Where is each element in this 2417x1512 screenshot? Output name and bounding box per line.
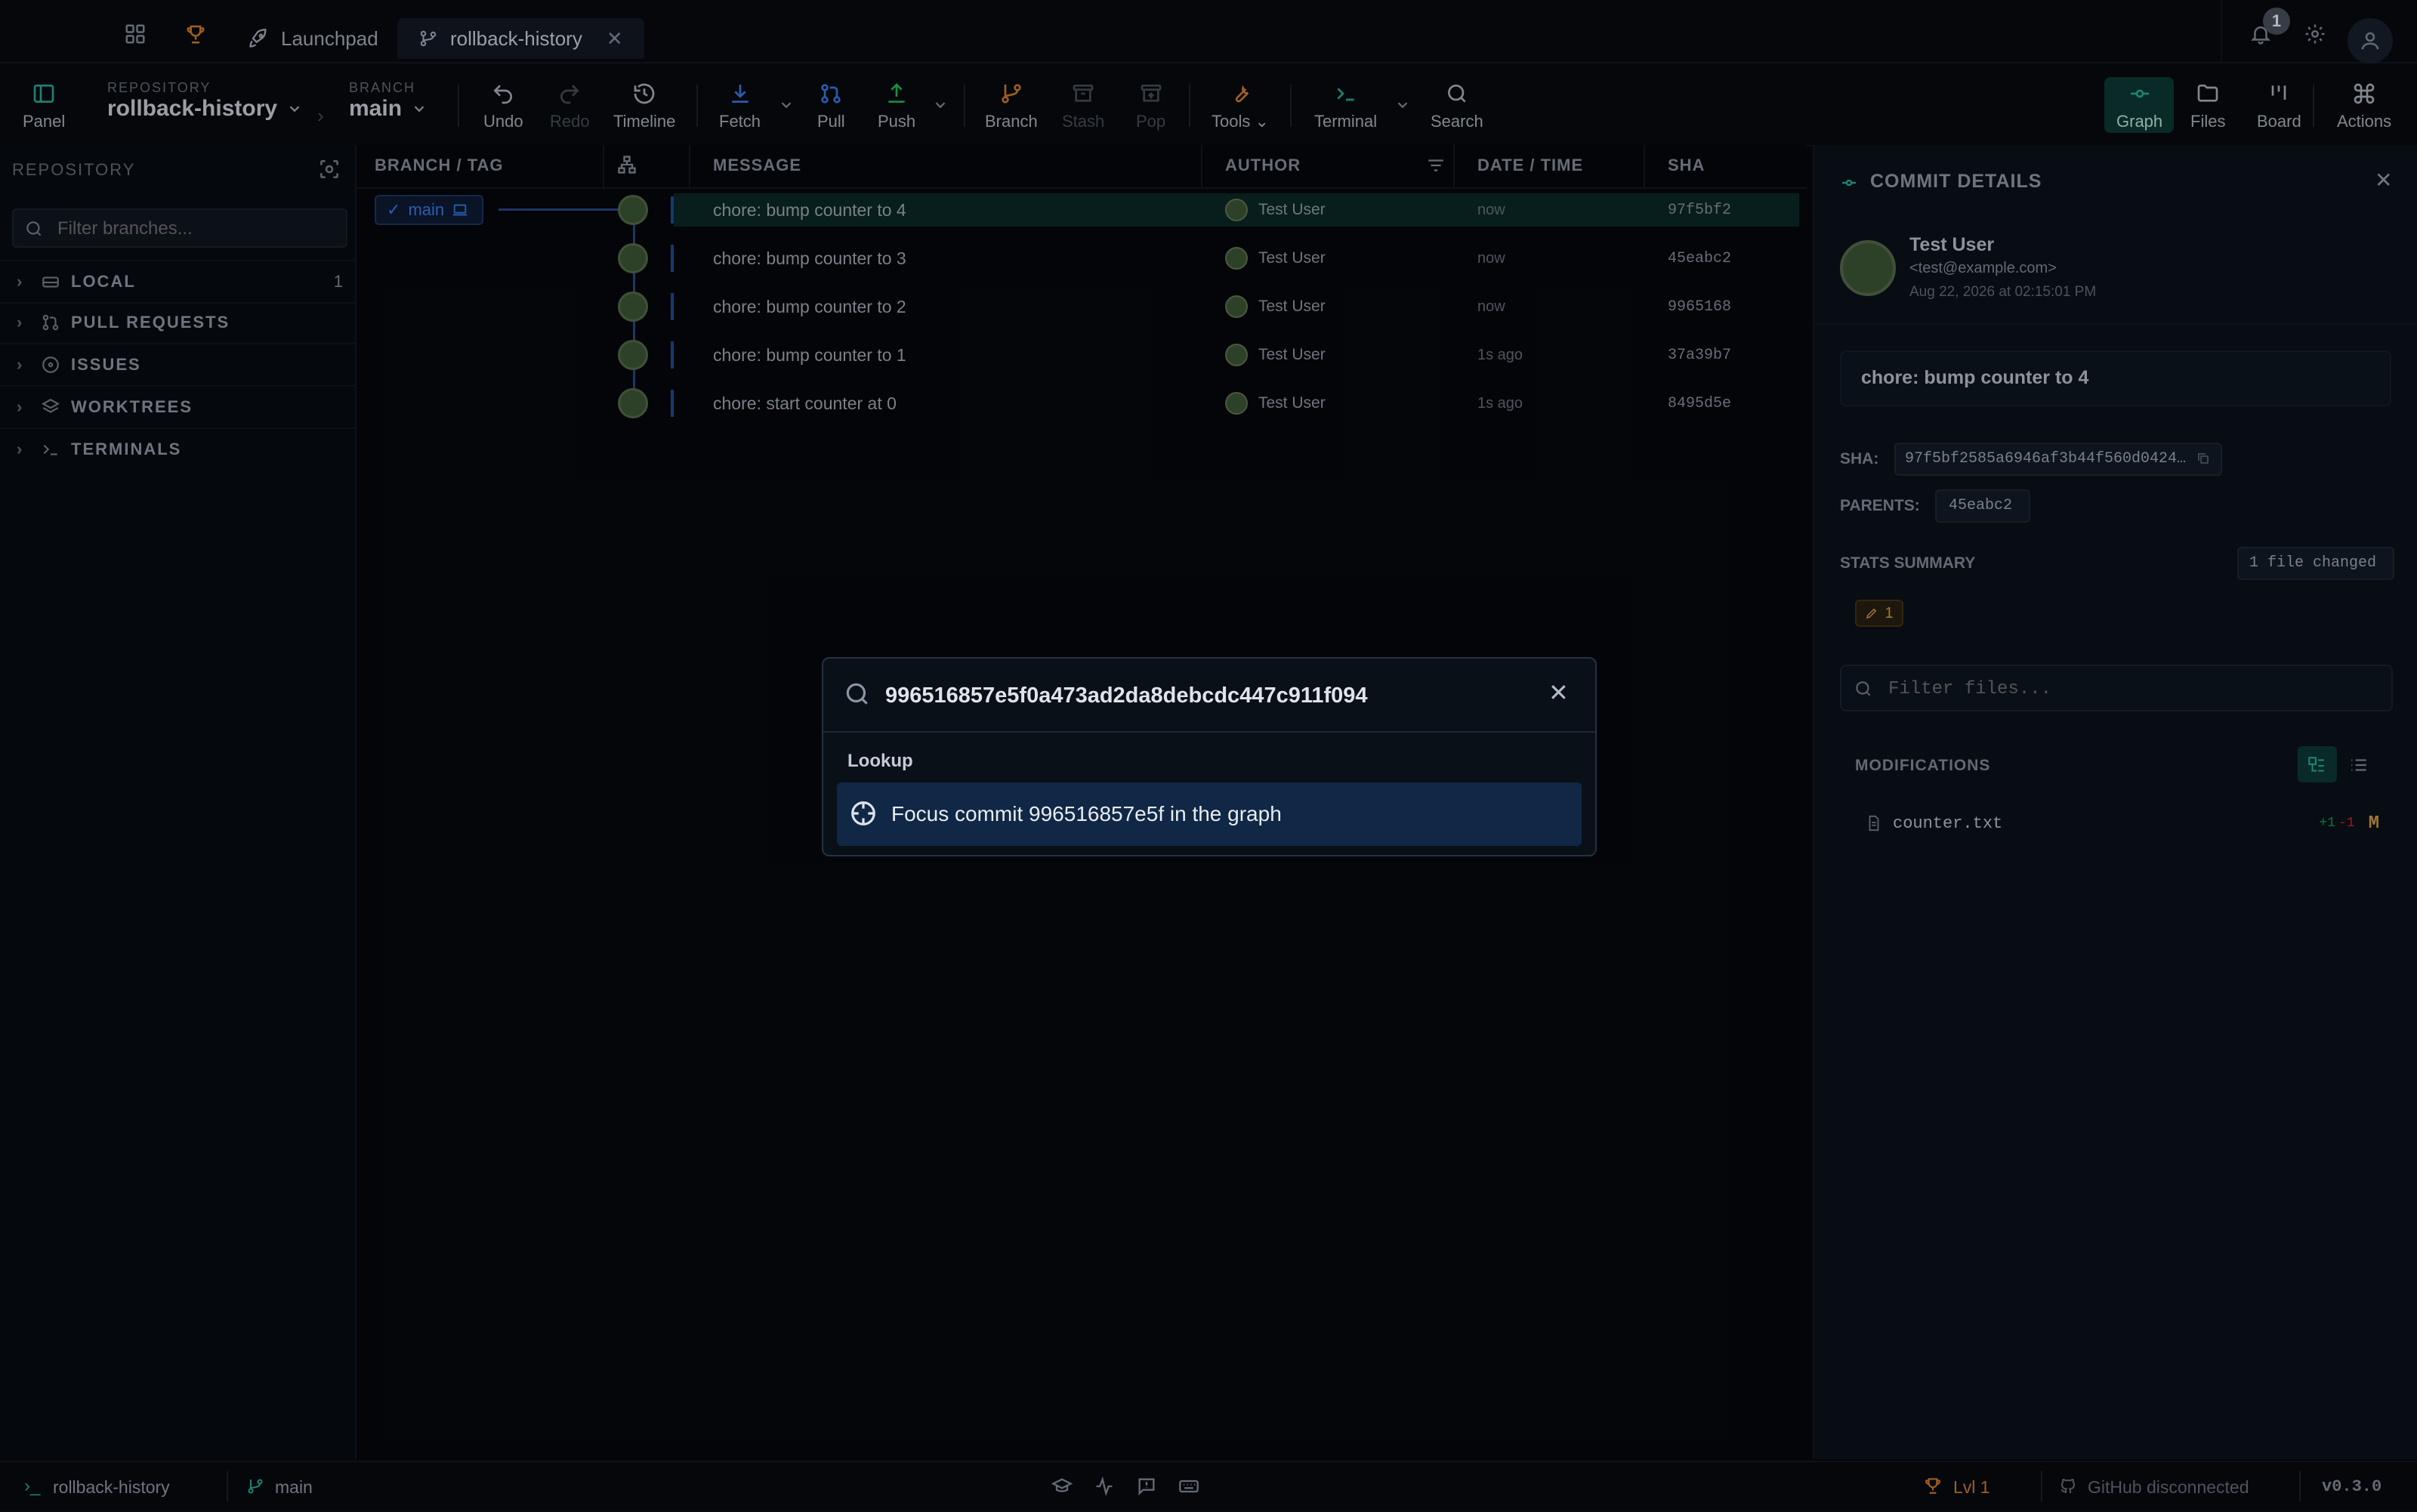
crosshair-icon: [851, 801, 875, 825]
result-item-label: Focus commit 996516857e5f in the graph: [891, 802, 1282, 825]
results-section-label: Lookup: [847, 751, 913, 771]
divider: [823, 731, 1595, 733]
clear-input-icon[interactable]: ✕: [1548, 678, 1569, 707]
result-item-focus-commit[interactable]: Focus commit 996516857e5f in the graph: [837, 782, 1582, 846]
search-icon: [846, 683, 868, 705]
command-palette: ✕ Lookup Focus commit 996516857e5f in th…: [822, 657, 1597, 856]
command-palette-input[interactable]: [884, 680, 1521, 711]
